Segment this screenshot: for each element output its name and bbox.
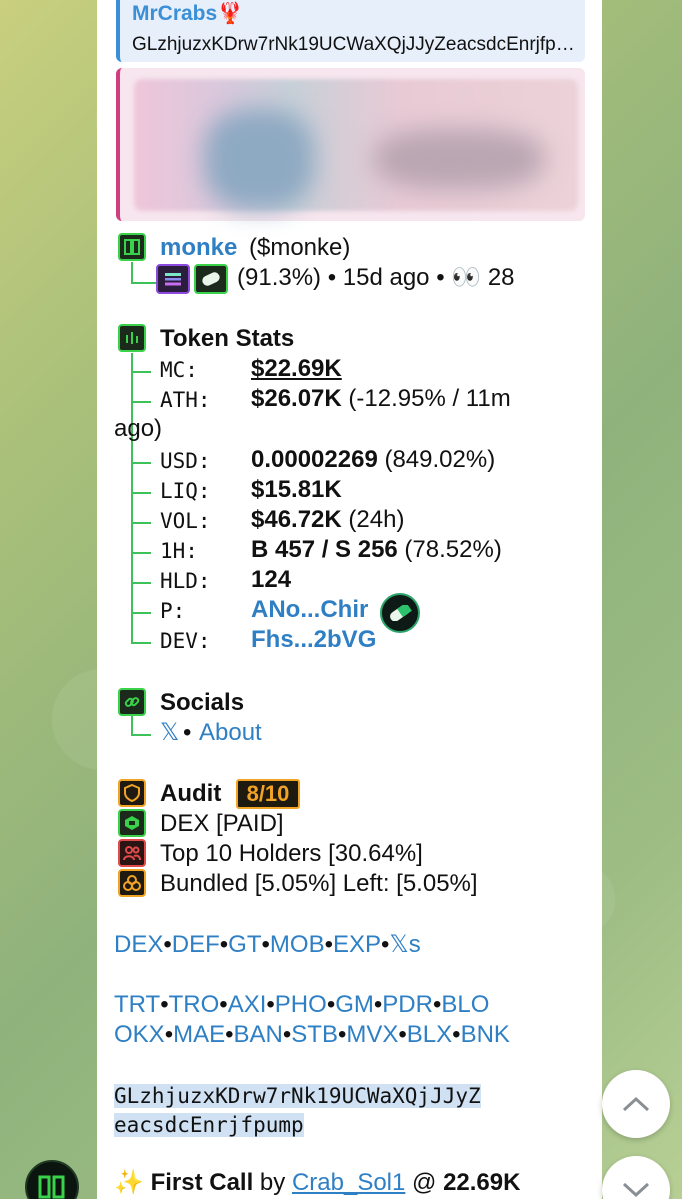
stat-label-dev: DEV: xyxy=(160,629,211,653)
reply-author: MrCrabs🦞 xyxy=(132,2,244,25)
stat-label-vol: VOL: xyxy=(160,509,211,533)
link-bnk[interactable]: BNK xyxy=(461,1021,510,1048)
stat-value-ath: $26.07K xyxy=(251,385,342,412)
stat-label-p: P: xyxy=(160,599,186,623)
token-name-link[interactable]: monke xyxy=(160,233,237,263)
pump-pill-icon[interactable] xyxy=(380,593,420,633)
first-call-line: ✨ First Call by Crab_Sol1 @ 22.69K xyxy=(114,1169,521,1196)
dex-paid-icon xyxy=(118,809,146,837)
links-row-1: DEX•DEF•GT•MOB•EXP•𝕏s xyxy=(114,931,421,958)
sparkle-icon: ✨ xyxy=(114,1169,144,1196)
stat-ath-row: $26.07K (-12.95% / 11m xyxy=(251,384,511,414)
token-logo-icon xyxy=(118,233,146,261)
solana-icon xyxy=(156,264,190,294)
link-gm[interactable]: GM xyxy=(335,991,374,1018)
stat-label-1h: 1H: xyxy=(160,539,198,563)
dev-address-link[interactable]: Fhs...2bVG xyxy=(251,625,376,655)
stat-extra-ath: (-12.95% / 11m xyxy=(341,385,511,412)
link-pho[interactable]: PHO xyxy=(275,991,327,1018)
stat-label-mc: MC: xyxy=(160,358,198,382)
link-stb[interactable]: STB xyxy=(291,1021,338,1048)
media-preview[interactable] xyxy=(116,68,585,221)
link-blo[interactable]: BLO xyxy=(441,991,489,1018)
stat-label-usd: USD: xyxy=(160,449,211,473)
link-ban[interactable]: BAN xyxy=(234,1021,283,1048)
chevron-down-icon xyxy=(622,1182,650,1198)
socials-about-link[interactable]: About xyxy=(199,718,262,748)
chevron-up-icon xyxy=(622,1096,650,1112)
chart-icon xyxy=(118,324,146,352)
stat-label-liq: LIQ: xyxy=(160,479,211,503)
link-icon xyxy=(118,688,146,716)
reply-text: GLzhjuzxKDrw7rNk19UCWaXQjJJyZeacsdcEnrjf… xyxy=(132,34,577,55)
stat-value-mc[interactable]: $22.69K xyxy=(251,354,342,384)
first-call-label: First Call xyxy=(150,1169,254,1196)
link-pdr[interactable]: PDR xyxy=(382,991,433,1018)
reply-preview[interactable]: MrCrabs🦞 GLzhjuzxKDrw7rNk19UCWaXQjJJyZea… xyxy=(116,0,585,62)
link-dex[interactable]: DEX xyxy=(114,931,163,958)
pair-address-link[interactable]: ANo...Chir xyxy=(251,595,368,625)
stat-value-1h: B 457 / S 256 xyxy=(251,536,398,563)
stat-extra-vol: (24h) xyxy=(341,506,405,533)
stat-extra-1h: (78.52%) xyxy=(397,536,502,563)
link-exp[interactable]: EXP xyxy=(333,931,381,958)
link-mae[interactable]: MAE xyxy=(173,1021,225,1048)
stat-extra-usd: (849.02%) xyxy=(377,446,496,473)
audit-title: Audit xyxy=(160,780,222,807)
audit-item-bundled: Bundled [5.05%] Left: [5.05%] xyxy=(160,870,478,897)
link-trt[interactable]: TRT xyxy=(114,991,160,1018)
stat-value-usd: 0.00002269 xyxy=(251,446,378,473)
stat-value-hld: 124 xyxy=(251,566,292,593)
token-ticker: ($monke) xyxy=(249,234,351,261)
link-tro[interactable]: TRO xyxy=(169,991,220,1018)
link-blx[interactable]: BLX xyxy=(407,1021,452,1048)
audit-item-dex: DEX [PAID] xyxy=(160,810,284,837)
stat-label-ath: ATH: xyxy=(160,388,211,412)
blurred-image xyxy=(134,79,578,211)
socials-title: Socials xyxy=(160,689,245,716)
token-stats-title: Token Stats xyxy=(160,325,295,352)
stat-value-liq: $15.81K xyxy=(251,476,342,503)
audit-score-badge: 8/10 xyxy=(236,779,300,809)
link-axi[interactable]: AXI xyxy=(228,991,267,1018)
stat-vol-row: $46.72K (24h) xyxy=(251,505,404,535)
link-def[interactable]: DEF xyxy=(172,931,220,958)
scroll-up-button[interactable] xyxy=(602,1070,670,1138)
stat-usd-row: 0.00002269 (849.02%) xyxy=(251,445,495,475)
token-meta: (91.3%) • 15d ago • 👀 28 xyxy=(237,264,515,291)
link-gt[interactable]: GT xyxy=(228,931,261,958)
links-row-3: OKX•MAE•BAN•STB•MVX•BLX•BNK xyxy=(114,1021,510,1048)
link-xs[interactable]: 𝕏s xyxy=(389,931,420,958)
stat-ath-wrap: ago) xyxy=(114,415,163,442)
link-mob[interactable]: MOB xyxy=(270,931,325,958)
stat-1h-row: B 457 / S 256 (78.52%) xyxy=(251,535,502,565)
link-mvx[interactable]: MVX xyxy=(346,1021,398,1048)
socials-separator: • xyxy=(183,719,192,746)
pill-icon xyxy=(194,264,228,294)
contract-address-line1[interactable]: GLzhjuzxKDrw7rNk19UCWaXQjJJyZ xyxy=(114,1081,481,1111)
first-call-value: 22.69K xyxy=(443,1169,521,1196)
contract-address-line2[interactable]: eacsdcEnrjfpump xyxy=(114,1110,304,1140)
stat-label-hld: HLD: xyxy=(160,569,211,593)
socials-x-link[interactable]: 𝕏 xyxy=(160,718,179,748)
holders-icon xyxy=(118,839,146,867)
link-okx[interactable]: OKX xyxy=(114,1021,165,1048)
stat-value-vol: $46.72K xyxy=(251,506,342,533)
shield-icon xyxy=(118,779,146,807)
links-row-2: TRT•TRO•AXI•PHO•GM•PDR•BLO xyxy=(114,991,490,1018)
bundled-icon xyxy=(118,869,146,897)
caller-user-link[interactable]: Crab_Sol1 xyxy=(292,1169,405,1196)
audit-item-holders: Top 10 Holders [30.64%] xyxy=(160,840,423,867)
